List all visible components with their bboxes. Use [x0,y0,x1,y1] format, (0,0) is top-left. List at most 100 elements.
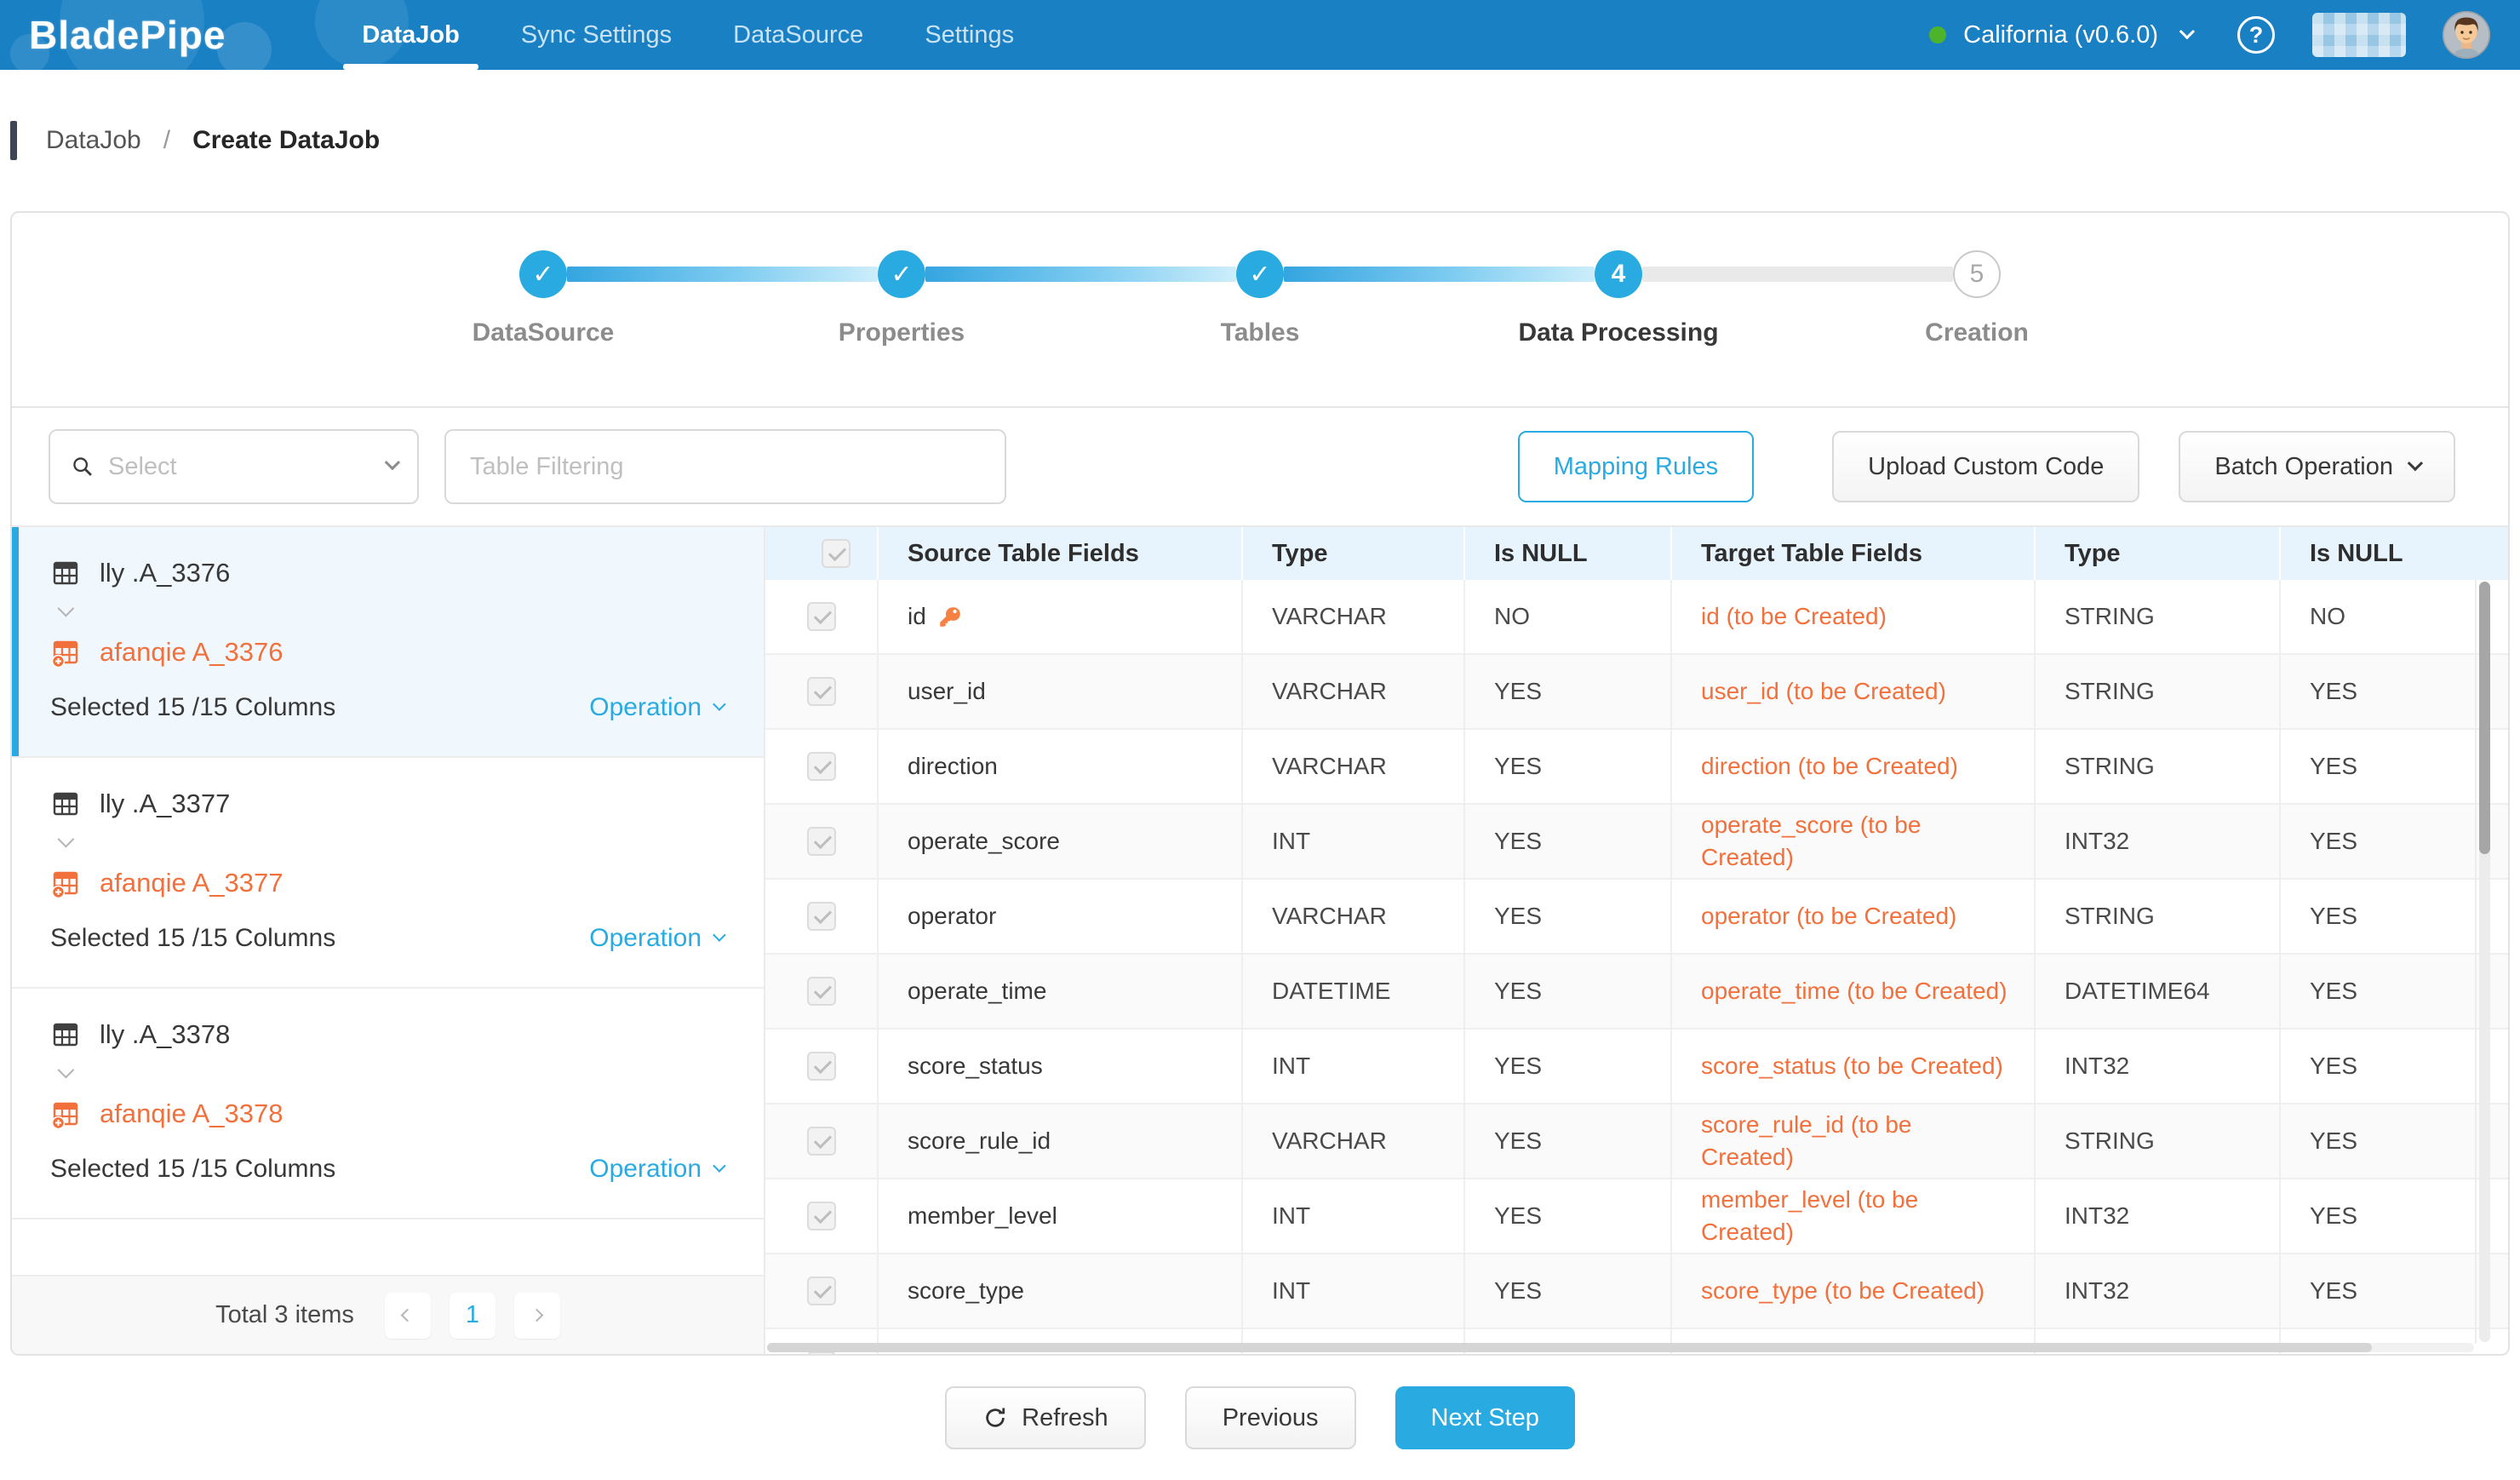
row-checkbox[interactable] [807,1202,836,1230]
breadcrumb-accent-bar [10,121,17,160]
source-table-row: lly .A_3376 [50,558,723,588]
step-label: Tables [1221,318,1300,347]
operation-label: Operation [589,1155,702,1184]
table-icon [50,1019,81,1050]
target-isnull-cell: YES [2279,1179,2508,1253]
table-list-panel: lly .A_3376 afanqie A_3376 Selected 15 /… [12,527,765,1354]
row-checkbox[interactable] [807,1127,836,1156]
nav-item-settings[interactable]: Settings [894,0,1045,70]
row-checkbox[interactable] [807,902,836,931]
row-checkbox[interactable] [807,1052,836,1081]
expand-chevron-icon[interactable] [58,831,75,848]
table-pair-item[interactable]: lly .A_3376 afanqie A_3376 Selected 15 /… [12,527,764,758]
col-source-isnull: Is NULL [1463,527,1670,580]
table-list: lly .A_3376 afanqie A_3376 Selected 15 /… [12,527,764,1219]
chevron-down-icon [713,697,726,711]
operation-menu-link[interactable]: Operation [589,1155,723,1184]
breadcrumb-separator: / [163,126,170,155]
row-checkbox-cell [765,1254,877,1328]
row-checkbox-cell [765,655,877,728]
step-check-icon: ✓ [878,250,925,298]
target-field-cell: score_status (to be Created) [1670,1030,2034,1103]
col-target-type: Type [2034,527,2279,580]
target-field-cell: operator (to be Created) [1670,880,2034,953]
row-checkbox[interactable] [807,1276,836,1305]
next-page-button[interactable] [514,1293,560,1339]
horizontal-scrollbar-thumb[interactable] [767,1343,2372,1352]
scrollbar-gutter-line [2475,580,2477,1344]
upload-custom-code-button[interactable]: Upload Custom Code [1832,431,2139,502]
target-table-add-icon [50,637,81,668]
help-icon[interactable]: ? [2237,16,2275,54]
expand-chevron-icon[interactable] [58,600,75,617]
row-checkbox[interactable] [807,602,836,631]
source-type-cell: INT [1241,1254,1463,1328]
user-avatar[interactable] [2442,10,2491,60]
page-title: Create DataJob [192,126,380,155]
vertical-scrollbar-thumb[interactable] [2479,582,2490,854]
table-icon [50,789,81,819]
chevron-left-icon [401,1309,415,1322]
select-dropdown[interactable]: Select [49,429,419,504]
source-isnull-cell: YES [1463,880,1670,953]
target-isnull-cell: NO [2279,580,2508,653]
select-all-checkbox[interactable] [822,539,850,568]
source-isnull-cell: NO [1463,580,1670,653]
operation-menu-link[interactable]: Operation [589,924,723,953]
expand-chevron-icon[interactable] [58,1062,75,1079]
row-checkbox[interactable] [807,827,836,856]
target-table-name: afanqie A_3376 [100,637,284,668]
prev-page-button[interactable] [385,1293,431,1339]
nav-item-datajob[interactable]: DataJob [331,0,490,70]
source-isnull-cell: YES [1463,1104,1670,1178]
next-step-button[interactable]: Next Step [1395,1386,1575,1449]
mapping-table-row: operate_score INT YES operate_score (to … [765,805,2508,880]
batch-operation-button[interactable]: Batch Operation [2179,431,2455,502]
horizontal-scrollbar[interactable] [767,1343,2474,1352]
data-processing-content: lly .A_3376 afanqie A_3376 Selected 15 /… [12,525,2508,1354]
vertical-scrollbar[interactable] [2479,582,2490,1342]
source-field-cell: score_type [877,1254,1241,1328]
chevron-down-icon [385,454,400,469]
stepper-step-tables: ✓Tables [1236,250,1284,298]
source-field-cell: direction [877,730,1241,803]
source-type-cell: VARCHAR [1241,1104,1463,1178]
col-target-table-fields: Target Table Fields [1670,527,2034,580]
row-checkbox-cell [765,580,877,653]
table-filter-input[interactable] [444,429,1006,504]
nav-item-sync-settings[interactable]: Sync Settings [490,0,702,70]
target-isnull-cell: YES [2279,1104,2508,1178]
source-field-name: score_rule_id [908,1127,1051,1155]
target-type-cell: STRING [2034,655,2279,728]
table-pair-item[interactable]: lly .A_3378 afanqie A_3378 Selected 15 /… [12,989,764,1219]
previous-button[interactable]: Previous [1185,1386,1356,1449]
refresh-button[interactable]: Refresh [945,1386,1146,1449]
target-field-cell: score_type (to be Created) [1670,1254,2034,1328]
source-field-name: user_id [908,678,986,705]
region-selector[interactable]: California (v0.6.0) [1963,21,2158,49]
operation-menu-link[interactable]: Operation [589,693,723,722]
page-number-button[interactable]: 1 [450,1293,495,1339]
table-icon [50,558,81,588]
nav-item-datasource[interactable]: DataSource [702,0,894,70]
row-checkbox[interactable] [807,752,836,781]
row-checkbox[interactable] [807,677,836,706]
table-pair-item[interactable]: lly .A_3377 afanqie A_3377 Selected 15 /… [12,758,764,989]
chevron-down-icon[interactable] [2179,23,2195,38]
source-field-cell: operate_time [877,955,1241,1028]
breadcrumb-datajob[interactable]: DataJob [46,126,141,155]
target-isnull-cell: YES [2279,655,2508,728]
main-nav: DataJob Sync Settings DataSource Setting… [331,0,1045,70]
footer-actions: Refresh Previous Next Step [0,1356,2520,1480]
source-type-cell: VARCHAR [1241,730,1463,803]
source-field-cell: score_status [877,1030,1241,1103]
region-status-dot [1929,26,1946,43]
app-logo[interactable]: BladePipe [29,12,226,58]
mapping-rules-button[interactable]: Mapping Rules [1518,431,1754,502]
row-checkbox[interactable] [807,977,836,1006]
target-field-cell: user_id (to be Created) [1670,655,2034,728]
target-type-cell: STRING [2034,880,2279,953]
mapping-table-row: score_type INT YES score_type (to be Cre… [765,1254,2508,1329]
source-field-name: direction [908,753,998,780]
mapping-table-body: id VARCHAR NO id (to be Created) STRING … [765,580,2508,1354]
